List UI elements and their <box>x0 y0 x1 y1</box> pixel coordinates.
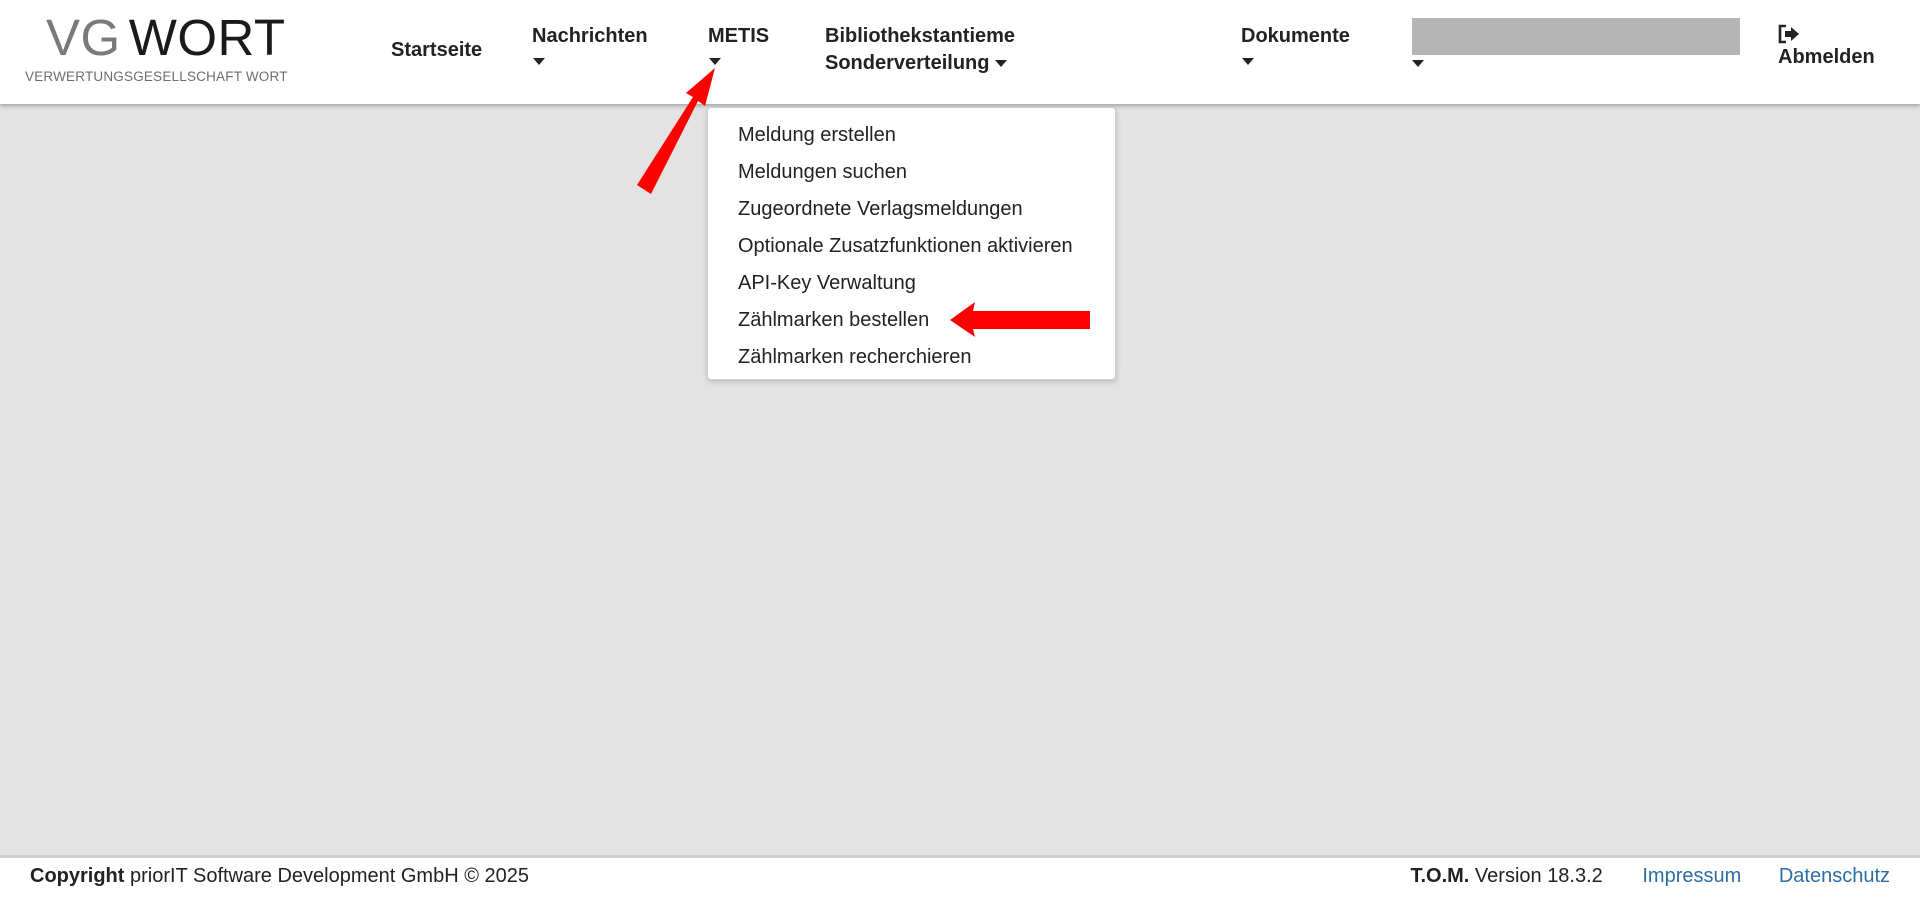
footer-links: T.O.M. Version 18.3.2 Impressum Datensch… <box>1410 858 1890 894</box>
caret-down-icon <box>1242 58 1254 65</box>
nav-dokumente-label: Dokumente <box>1241 25 1350 47</box>
caret-down-icon <box>709 58 721 65</box>
datenschutz-link[interactable]: Datenschutz <box>1779 865 1890 887</box>
copyright-label: Copyright <box>30 865 125 887</box>
nav-metis-label: METIS <box>708 25 770 47</box>
redacted-user-menu[interactable] <box>1412 18 1740 55</box>
nav-metis[interactable]: METIS <box>708 23 769 65</box>
nav-bibliothek-label-line2: Sonderverteilung <box>825 52 990 74</box>
logo-wort-text: WORT <box>128 9 286 66</box>
vg-wort-logo[interactable]: VG WORT VERWERTUNGSGESELLSCHAFT WORT <box>24 10 294 90</box>
menu-item-meldungen-suchen[interactable]: Meldungen suchen <box>708 158 1115 195</box>
copyright-text: priorIT Software Development GmbH © 2025 <box>130 865 529 887</box>
menu-item-optionale-zusatzfunktionen[interactable]: Optionale Zusatzfunktionen aktivieren <box>708 232 1115 269</box>
metis-dropdown-menu: Meldung erstellen Meldungen suchen Zugeo… <box>707 107 1116 380</box>
nav-nachrichten[interactable]: Nachrichten <box>532 23 648 65</box>
caret-down-icon <box>995 60 1008 68</box>
logout-button[interactable]: Abmelden <box>1778 24 1875 71</box>
menu-item-zaehlmarken-recherchieren[interactable]: Zählmarken recherchieren <box>708 343 1115 380</box>
sign-out-icon <box>1778 24 1799 44</box>
menu-item-zugeordnete-verlagsmeldungen[interactable]: Zugeordnete Verlagsmeldungen <box>708 195 1115 232</box>
caret-down-icon <box>533 58 545 65</box>
nav-nachrichten-label: Nachrichten <box>532 25 648 47</box>
menu-item-api-key-verwaltung[interactable]: API-Key Verwaltung <box>708 269 1115 306</box>
tom-label: T.O.M. <box>1410 865 1470 887</box>
impressum-link[interactable]: Impressum <box>1642 865 1741 887</box>
logo-subtitle: VERWERTUNGSGESELLSCHAFT WORT <box>25 69 288 84</box>
logo-wordmark: VG WORT <box>46 10 286 66</box>
footer: Copyright priorIT Software Development G… <box>0 855 1920 897</box>
nav-bibliothekstantieme[interactable]: Bibliothekstantieme Sonderverteilung <box>825 23 1015 77</box>
menu-item-meldung-erstellen[interactable]: Meldung erstellen <box>708 121 1115 158</box>
logo-vg-text: VG <box>46 9 121 66</box>
nav-bibliothek-line2: Sonderverteilung <box>825 50 1015 77</box>
logout-label: Abmelden <box>1778 46 1875 68</box>
nav-startseite[interactable]: Startseite <box>391 37 482 64</box>
top-navbar: VG WORT VERWERTUNGSGESELLSCHAFT WORT Star… <box>0 0 1920 104</box>
version-text: Version 18.3.2 <box>1474 865 1603 887</box>
nav-startseite-label: Startseite <box>391 39 483 61</box>
menu-item-zaehlmarken-bestellen[interactable]: Zählmarken bestellen <box>708 306 1115 343</box>
nav-dokumente[interactable]: Dokumente <box>1241 23 1350 65</box>
caret-down-icon[interactable] <box>1412 60 1424 67</box>
footer-copyright: Copyright priorIT Software Development G… <box>30 858 529 894</box>
nav-bibliothek-label-line1: Bibliothekstantieme <box>825 25 1016 47</box>
